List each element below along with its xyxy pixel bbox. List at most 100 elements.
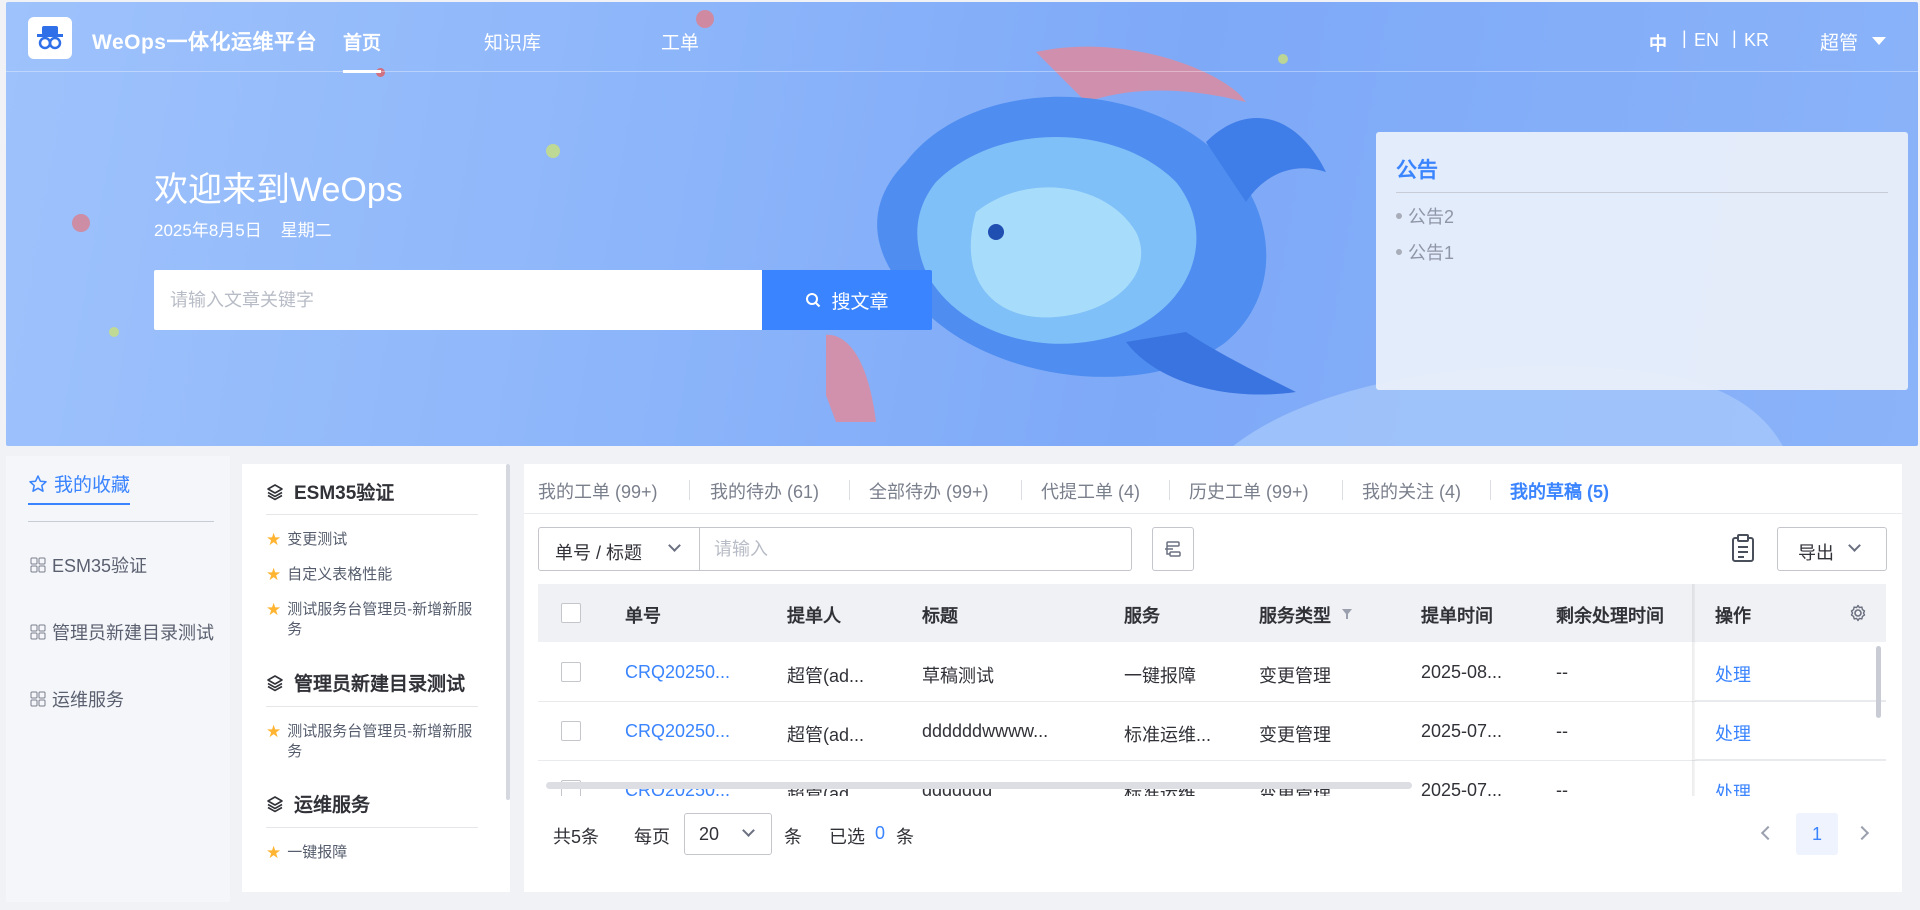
per-page-unit: 条 bbox=[784, 827, 802, 847]
nav-active-indicator bbox=[343, 70, 381, 73]
service-item[interactable]: ★ 自定义表格性能 bbox=[266, 565, 486, 585]
nav-home[interactable]: 首页 bbox=[343, 28, 381, 55]
layers-icon bbox=[267, 483, 283, 500]
service-group-label: 管理员新建目录测试 bbox=[294, 674, 466, 695]
service-item-label: 自定义表格性能 bbox=[287, 566, 393, 583]
cell-created-time: 2025-07... bbox=[1421, 721, 1503, 741]
process-link[interactable]: 处理 bbox=[1715, 720, 1751, 746]
page-number-1[interactable]: 1 bbox=[1796, 813, 1838, 855]
star-icon[interactable]: ★ bbox=[266, 843, 281, 863]
ticket-number-link[interactable]: CRQ20250... bbox=[625, 662, 730, 683]
filter-field-label: 单号 / 标题 bbox=[555, 543, 643, 563]
favorite-item[interactable]: 管理员新建目录测试 bbox=[30, 619, 214, 645]
decor-dot bbox=[109, 327, 119, 337]
column-header[interactable]: 服务类型 bbox=[1259, 602, 1331, 628]
star-icon[interactable]: ★ bbox=[266, 530, 281, 550]
filter-tree-icon bbox=[1165, 541, 1181, 557]
column-header[interactable]: 提单人 bbox=[787, 602, 841, 628]
service-group-title: 运维服务 bbox=[266, 790, 370, 817]
user-menu[interactable]: 超管 bbox=[1820, 28, 1858, 55]
cell-requester: 超管(ad... bbox=[787, 666, 865, 686]
column-header[interactable]: 提单时间 bbox=[1421, 602, 1493, 628]
column-header[interactable]: 服务 bbox=[1124, 602, 1160, 628]
ticket-number-link[interactable]: CRQ20250... bbox=[625, 721, 730, 742]
service-item-label: 测试服务台管理员-新增新服务 bbox=[287, 601, 473, 638]
row-checkbox[interactable] bbox=[561, 721, 581, 741]
tab-my-todo[interactable]: 我的待办 (61) bbox=[710, 478, 819, 504]
selected-label: 已选 bbox=[829, 827, 865, 847]
decor-dot bbox=[72, 214, 90, 232]
service-item[interactable]: ★ 一键报障 bbox=[266, 843, 486, 863]
service-group-label: 运维服务 bbox=[294, 795, 371, 816]
star-outline-icon bbox=[29, 474, 47, 492]
table-row[interactable] bbox=[538, 643, 1886, 702]
settings-gear-icon[interactable] bbox=[1849, 604, 1867, 622]
lang-en[interactable]: EN bbox=[1694, 30, 1719, 51]
per-page-label: 每页 bbox=[634, 827, 670, 847]
cell-created-time: 2025-08... bbox=[1421, 662, 1503, 682]
cell-service-type: 变更管理 bbox=[1259, 666, 1331, 686]
process-link[interactable]: 处理 bbox=[1715, 661, 1751, 687]
vertical-scrollbar[interactable] bbox=[506, 464, 510, 800]
tab-divider bbox=[1342, 480, 1343, 500]
lang-zh[interactable]: 中 bbox=[1649, 30, 1667, 56]
favorites-tab[interactable]: 我的收藏 bbox=[28, 470, 131, 505]
favorite-item-label: 管理员新建目录测试 bbox=[52, 623, 214, 643]
service-group-title: ESM35验证 bbox=[266, 478, 394, 505]
star-icon[interactable]: ★ bbox=[266, 600, 281, 640]
favorites-title: 我的收藏 bbox=[54, 475, 131, 496]
table-horizontal-scrollbar[interactable] bbox=[546, 782, 1412, 789]
column-header[interactable]: 剩余处理时间 bbox=[1556, 602, 1664, 628]
advanced-filter-button[interactable] bbox=[1152, 527, 1194, 571]
tab-my-tickets[interactable]: 我的工单 (99+) bbox=[538, 478, 658, 504]
search-icon bbox=[806, 293, 821, 308]
service-item[interactable]: ★ 测试服务台管理员-新增新服务 bbox=[266, 722, 486, 762]
service-item-label: 测试服务台管理员-新增新服务 bbox=[287, 723, 473, 760]
service-item[interactable]: ★ 测试服务台管理员-新增新服务 bbox=[266, 600, 486, 640]
grid-icon bbox=[30, 557, 46, 573]
tab-my-follow[interactable]: 我的关注 (4) bbox=[1362, 478, 1461, 504]
row-checkbox[interactable] bbox=[561, 662, 581, 682]
divider bbox=[266, 514, 478, 515]
clipboard-button[interactable] bbox=[1728, 530, 1758, 566]
operation-cell: 处理 bbox=[1695, 643, 1886, 701]
article-search-input[interactable] bbox=[154, 270, 762, 330]
star-icon[interactable]: ★ bbox=[266, 722, 281, 762]
hero-banner: WeOps一体化运维平台 首页 知识库 工单 中 | EN | KR 超管 欢迎… bbox=[6, 2, 1918, 446]
divider bbox=[266, 706, 478, 707]
tab-all-todo[interactable]: 全部待办 (99+) bbox=[869, 478, 989, 504]
nav-tickets[interactable]: 工单 bbox=[661, 28, 699, 55]
column-header[interactable]: 单号 bbox=[625, 602, 661, 628]
tab-history-tickets[interactable]: 历史工单 (99+) bbox=[1189, 478, 1309, 504]
tab-my-drafts[interactable]: 我的草稿 (5) bbox=[1510, 478, 1609, 504]
filter-icon[interactable] bbox=[1341, 608, 1353, 620]
tab-proxy-tickets[interactable]: 代提工单 (4) bbox=[1041, 478, 1140, 504]
bullet-icon bbox=[1396, 249, 1402, 255]
page-size-select[interactable]: 20 bbox=[684, 813, 772, 855]
table-vertical-scrollbar[interactable] bbox=[1876, 646, 1881, 718]
notice-item[interactable]: 公告1 bbox=[1396, 239, 1888, 265]
favorite-item[interactable]: ESM35验证 bbox=[30, 552, 147, 578]
column-header[interactable]: 标题 bbox=[922, 602, 958, 628]
nav-knowledge-base[interactable]: 知识库 bbox=[484, 28, 541, 55]
divider bbox=[28, 521, 214, 522]
tab-divider bbox=[689, 480, 690, 500]
grid-icon bbox=[30, 624, 46, 640]
table-row[interactable] bbox=[538, 702, 1886, 761]
lang-separator: | bbox=[1682, 28, 1687, 48]
service-item[interactable]: ★ 变更测试 bbox=[266, 530, 486, 550]
star-icon[interactable]: ★ bbox=[266, 565, 281, 585]
service-group-title: 管理员新建目录测试 bbox=[266, 669, 465, 696]
search-article-button[interactable]: 搜文章 bbox=[762, 270, 932, 330]
select-all-checkbox[interactable] bbox=[561, 603, 581, 623]
favorite-item-label: ESM35验证 bbox=[52, 556, 148, 576]
lang-kr[interactable]: KR bbox=[1744, 30, 1769, 51]
tab-divider bbox=[849, 480, 850, 500]
caret-down-icon[interactable] bbox=[1872, 37, 1886, 45]
notice-item[interactable]: 公告2 bbox=[1396, 203, 1888, 229]
cell-requester: 超管(ad... bbox=[787, 725, 865, 745]
filter-input[interactable] bbox=[700, 527, 1132, 571]
export-button[interactable]: 导出 bbox=[1777, 527, 1887, 571]
favorite-item[interactable]: 运维服务 bbox=[30, 686, 124, 712]
weops-logo[interactable] bbox=[28, 17, 72, 59]
